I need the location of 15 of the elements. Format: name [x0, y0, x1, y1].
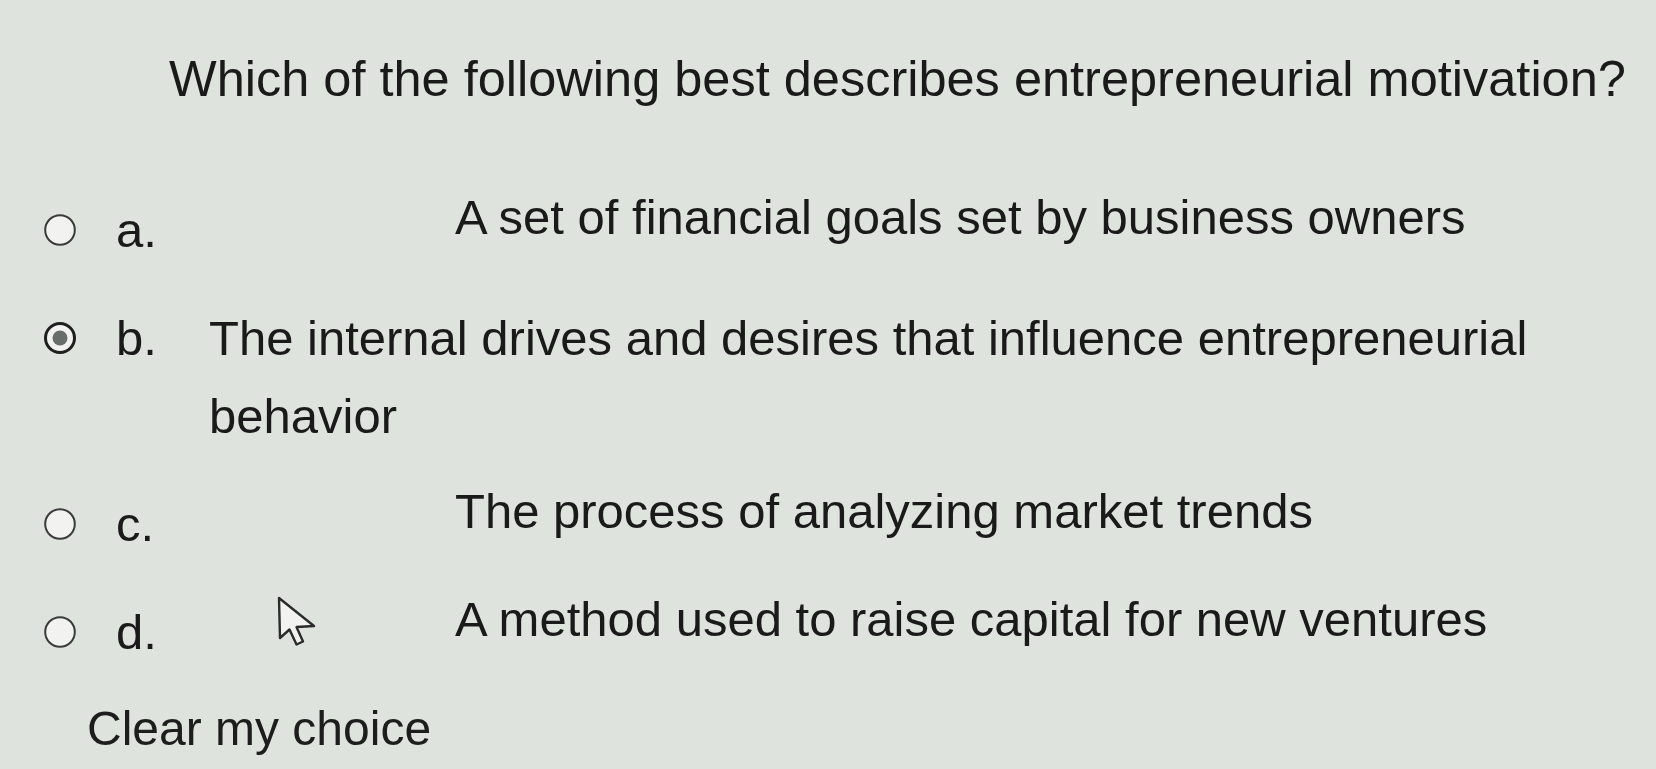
option-text: The internal drives and desires that influence entrepreneurial behavior — [209, 311, 1528, 443]
option-letter: c. — [116, 497, 155, 551]
question-text: Which of the following best describes entrepreneurial motivation? — [169, 50, 1626, 107]
option-text: A method used to raise capital for new ventures — [455, 592, 1488, 646]
option-letter: b. — [116, 311, 157, 365]
option-letter: d. — [116, 605, 157, 659]
option-letter: a. — [116, 203, 157, 257]
option-text: A set of financial goals set by business owners — [455, 190, 1466, 244]
option-text: The process of analyzing market trends — [455, 484, 1313, 538]
mouse-pointer-icon — [277, 596, 317, 648]
radio-button[interactable] — [44, 508, 76, 540]
radio-button[interactable] — [44, 214, 76, 246]
radio-button[interactable] — [44, 616, 76, 648]
clear-choice-link[interactable]: Clear my choice — [87, 702, 432, 755]
radio-button[interactable] — [44, 322, 76, 354]
